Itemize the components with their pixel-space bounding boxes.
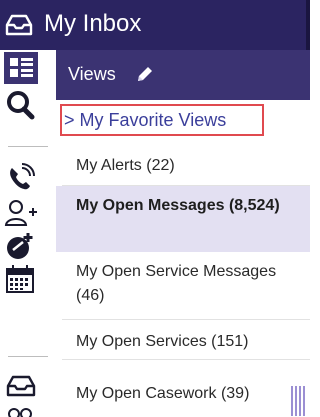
page-title: My Inbox <box>44 10 142 37</box>
app-header: My Inbox <box>0 0 310 50</box>
views-label: Views <box>68 64 116 84</box>
search-icon[interactable] <box>4 88 38 122</box>
views-panel: Views > My Favorite Views My Alerts (22)… <box>56 50 310 417</box>
inbox-tray-icon[interactable] <box>4 11 34 39</box>
view-item-open-casework[interactable]: My Open Casework (39) <box>56 360 310 417</box>
scroll-handle[interactable] <box>291 386 307 416</box>
calendar-icon[interactable] <box>4 264 38 294</box>
phone-icon[interactable] <box>4 162 38 194</box>
rail-divider <box>8 146 48 147</box>
view-item-open-service-messages[interactable]: My Open Service Messages (46) <box>56 252 310 320</box>
view-item-label: My Open Service Messages (46) <box>76 263 277 304</box>
pencil-icon[interactable] <box>136 65 154 83</box>
add-person-icon[interactable] <box>4 198 38 228</box>
views-header: Views <box>56 50 310 100</box>
view-item-open-services[interactable]: My Open Services (151) <box>56 320 310 360</box>
view-item-alerts[interactable]: My Alerts (22) <box>56 146 310 186</box>
rail-divider <box>8 356 48 357</box>
add-badge-icon[interactable] <box>4 230 38 262</box>
inbox-tray-icon[interactable] <box>4 372 38 400</box>
people-icon[interactable] <box>4 406 38 417</box>
header-edge <box>306 0 310 50</box>
view-item-label: My Open Casework (39) <box>76 385 250 402</box>
favorite-views-link[interactable]: > My Favorite Views <box>60 104 264 136</box>
view-item-label: My Open Messages (8,524) <box>76 197 280 214</box>
icon-rail <box>0 50 56 417</box>
view-item-label: My Open Services (151) <box>76 333 249 350</box>
views-grid-icon[interactable] <box>4 52 38 84</box>
view-item-open-messages[interactable]: My Open Messages (8,524) <box>56 186 310 252</box>
view-item-label: My Alerts (22) <box>76 157 175 174</box>
